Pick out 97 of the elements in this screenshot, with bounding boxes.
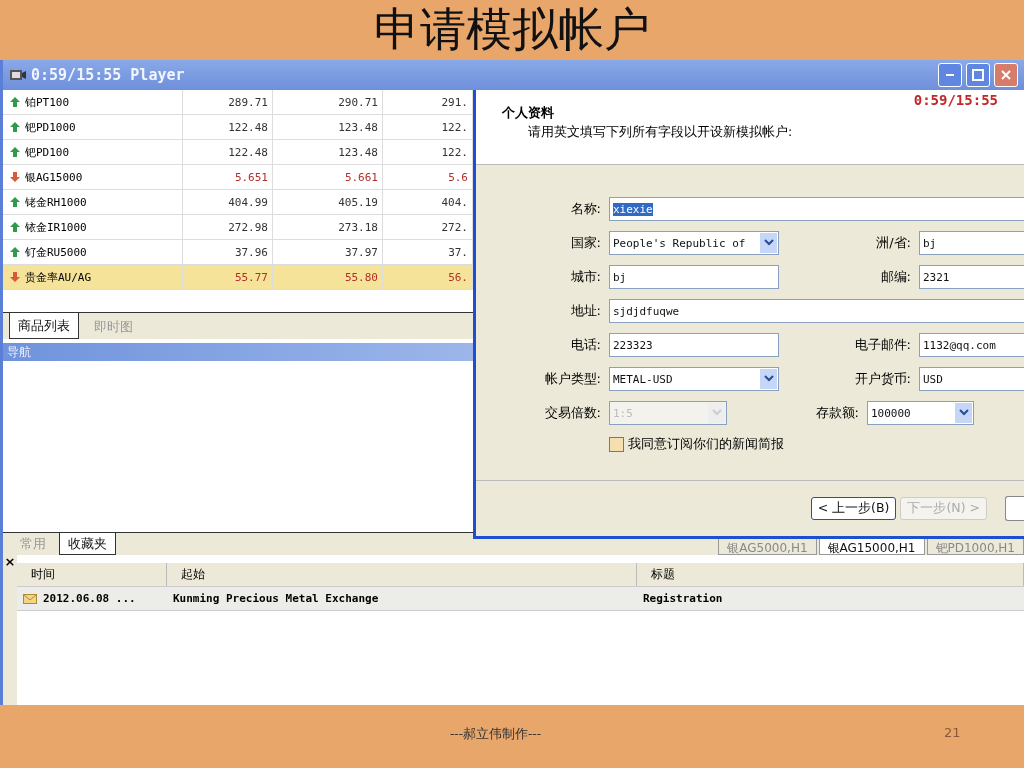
minimize-icon bbox=[946, 74, 954, 76]
table-cell: 铂PT100 bbox=[3, 90, 183, 114]
cut-off-button[interactable] bbox=[1005, 496, 1024, 521]
quote-row[interactable]: 贵金率AU/AG 55.77 55.80 56. bbox=[3, 265, 473, 290]
table-cell: 钯PD100 bbox=[3, 140, 183, 164]
table-cell: 5.651 bbox=[183, 165, 273, 189]
chevron-down-icon bbox=[763, 239, 774, 247]
field-label: 帐户类型: bbox=[543, 370, 602, 388]
table-cell: 273.18 bbox=[273, 215, 383, 239]
maximize-icon bbox=[972, 69, 984, 81]
table-cell: 贵金率AU/AG bbox=[3, 265, 183, 289]
window-title: 0:59/15:55 Player bbox=[31, 66, 185, 84]
wizard-button[interactable]: < 上一步(B) bbox=[810, 497, 897, 520]
table-cell: 55.77 bbox=[183, 265, 273, 289]
chevron-down-icon bbox=[958, 409, 969, 417]
field-label: 地址: bbox=[569, 302, 602, 320]
text-field[interactable]: bj bbox=[919, 231, 1024, 255]
close-icon bbox=[1000, 69, 1012, 81]
quote-row[interactable]: 铑金RH1000 404.99 405.19 404. bbox=[3, 190, 473, 215]
field-label: 存款额: bbox=[814, 404, 860, 422]
table-cell: 铱金IR1000 bbox=[3, 215, 183, 239]
tab[interactable]: 商品列表 bbox=[9, 313, 79, 339]
dialog-heading: 个人资料 bbox=[502, 104, 555, 122]
table-cell: 银AG15000 bbox=[3, 165, 183, 189]
quote-row[interactable]: 铂PT100 289.71 290.71 291. bbox=[3, 90, 473, 115]
quote-row[interactable]: 钯PD100 122.48 123.48 122. bbox=[3, 140, 473, 165]
quote-row[interactable]: 银AG15000 5.651 5.661 5.6 bbox=[3, 165, 473, 190]
field-label: 交易倍数: bbox=[543, 404, 602, 422]
field-label: 洲/省: bbox=[875, 234, 912, 252]
dropdown-field[interactable]: People's Republic of bbox=[609, 231, 779, 255]
text-field[interactable]: bj bbox=[609, 265, 779, 289]
up-arrow-icon bbox=[9, 96, 21, 108]
table-cell: 钯PD1000 bbox=[3, 115, 183, 139]
envelope-icon bbox=[23, 593, 37, 604]
app-icon bbox=[9, 67, 27, 83]
table-cell-text: Kunming Precious Metal Exchange bbox=[172, 591, 380, 607]
table-cell: 122.48 bbox=[183, 140, 273, 164]
field-label: 名称: bbox=[569, 200, 602, 218]
table-cell: 122.48 bbox=[183, 115, 273, 139]
close-button[interactable] bbox=[994, 63, 1018, 87]
table-cell: 铑金RH1000 bbox=[3, 190, 183, 214]
column-header: 起始 bbox=[167, 563, 637, 586]
text-field[interactable]: 1132@qq.com bbox=[919, 333, 1024, 357]
up-arrow-icon bbox=[9, 221, 21, 233]
chevron-down-icon bbox=[763, 375, 774, 383]
table-cell: 55.80 bbox=[273, 265, 383, 289]
quote-row[interactable]: 铱金IR1000 272.98 273.18 272. bbox=[3, 215, 473, 240]
table-cell: 290.71 bbox=[273, 90, 383, 114]
table-cell-text: Registration bbox=[642, 591, 724, 607]
quote-row[interactable]: 钯PD1000 122.48 123.48 122. bbox=[3, 115, 473, 140]
instruction-text: 请用英文填写下列所有字段以开设新模拟帐户: bbox=[527, 124, 794, 141]
field-label: 城市: bbox=[569, 268, 602, 286]
field-label: 电话: bbox=[569, 336, 602, 354]
footer-text: ---郝立伟制作--- bbox=[450, 725, 541, 743]
down-arrow-icon bbox=[9, 271, 21, 283]
column-header: 时间 bbox=[17, 563, 167, 586]
up-arrow-icon bbox=[9, 121, 21, 133]
field-label: 邮编: bbox=[879, 268, 912, 286]
maximize-button[interactable] bbox=[966, 63, 990, 87]
page-number: 21 bbox=[944, 725, 961, 740]
chart-tab[interactable]: 银AG15000,H1 bbox=[818, 539, 925, 555]
text-field[interactable]: sjdjdfuqwe bbox=[609, 299, 1024, 323]
nav-header: 导航 bbox=[3, 343, 473, 361]
column-header: 标题 bbox=[637, 563, 1024, 586]
text-field[interactable]: 223323 bbox=[609, 333, 779, 357]
text-field[interactable]: USD bbox=[919, 367, 1024, 391]
up-arrow-icon bbox=[9, 146, 21, 158]
field-label: 电子邮件: bbox=[853, 336, 912, 354]
tab[interactable]: 收藏夹 bbox=[59, 533, 116, 555]
dropdown-field[interactable]: METAL-USD bbox=[609, 367, 779, 391]
close-button[interactable]: × bbox=[4, 555, 16, 705]
up-arrow-icon bbox=[9, 246, 21, 258]
field-label: 国家: bbox=[569, 234, 602, 252]
table-cell: 123.48 bbox=[273, 115, 383, 139]
table-cell: 2012.06.08 ... bbox=[17, 587, 167, 610]
field-label: 开户货币: bbox=[853, 370, 912, 388]
table-cell: 37.96 bbox=[183, 240, 273, 264]
slide-title: 申请模拟帐户 bbox=[373, 3, 651, 57]
up-arrow-icon bbox=[9, 196, 21, 208]
minimize-button[interactable] bbox=[938, 63, 962, 87]
checkbox-label[interactable]: 我同意订阅你们的新闻简报 bbox=[628, 435, 784, 453]
chevron-down-icon bbox=[711, 409, 722, 417]
table-cell: 404.99 bbox=[183, 190, 273, 214]
table-cell: 405.19 bbox=[273, 190, 383, 214]
table-cell: 37.97 bbox=[273, 240, 383, 264]
table-cell: 钌金RU5000 bbox=[3, 240, 183, 264]
quote-row[interactable]: 钌金RU5000 37.96 37.97 37. bbox=[3, 240, 473, 265]
text-field[interactable]: xiexie bbox=[609, 197, 1024, 221]
timer-text: 0:59/15:55 bbox=[913, 92, 998, 108]
down-arrow-icon bbox=[9, 171, 21, 183]
table-cell: 272.98 bbox=[183, 215, 273, 239]
table-cell: 289.71 bbox=[183, 90, 273, 114]
dropdown-field[interactable]: 100000 bbox=[867, 401, 974, 425]
checkbox[interactable] bbox=[609, 436, 624, 452]
table-cell: 5.661 bbox=[273, 165, 383, 189]
table-cell: 123.48 bbox=[273, 140, 383, 164]
text-field[interactable]: 2321 bbox=[919, 265, 1024, 289]
